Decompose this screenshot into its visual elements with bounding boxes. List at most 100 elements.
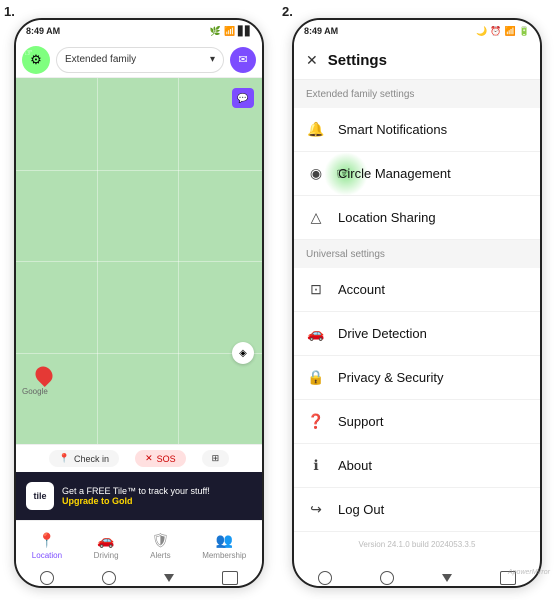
chat-icon: 💬 (237, 93, 248, 104)
home-circle-btn-r[interactable] (380, 571, 394, 585)
tile-logo: tile (26, 482, 54, 510)
back-button-left[interactable] (164, 574, 174, 582)
status-bar-left: 8:49 AM 🌿 📶 ▋▋ (16, 20, 262, 42)
logout-label: Log Out (338, 502, 528, 517)
location-nav-label: Location (32, 551, 62, 560)
map-area: ◈ 💬 Google (16, 78, 262, 444)
app-header: ⚙ ☞ Extended family ▾ ✉ (16, 42, 262, 78)
menu-btn-left[interactable] (222, 571, 238, 585)
phone-frame-1: 8:49 AM 🌿 📶 ▋▋ ⚙ ☞ Extended family ▾ ✉ (14, 18, 264, 588)
bottom-nav: 📍 Location 🚗 Driving 🛡 Alerts 👥 Membersh… (16, 520, 262, 570)
home-square-btn[interactable] (40, 571, 54, 585)
layers-button[interactable]: ⊞ (202, 450, 230, 467)
gear-button[interactable]: ⚙ ☞ (22, 46, 50, 74)
back-button-right[interactable] (442, 574, 452, 582)
drive-detection-label: Drive Detection (338, 326, 528, 341)
home-square-btn-r[interactable] (318, 571, 332, 585)
mail-button[interactable]: ✉ (230, 47, 256, 73)
action-bar: 📍 Check in ✕ SOS ⊞ (16, 444, 262, 472)
right-panel: 2. 8:49 AM 🌙 ⏰ 📶 🔋 ✕ Settings Extended f… (278, 0, 556, 600)
account-icon: ⊡ (306, 281, 326, 298)
checkin-button[interactable]: 📍 Check in (49, 450, 119, 467)
settings-item-about[interactable]: ℹ About (294, 444, 540, 488)
settings-item-privacy[interactable]: 🔒 Privacy & Security (294, 356, 540, 400)
google-label: Google (22, 387, 48, 396)
cursor-icon: ☞ (24, 48, 33, 59)
sos-label: SOS (157, 454, 176, 464)
moon-icon: 🌙 (476, 26, 487, 37)
close-button[interactable]: ✕ (306, 52, 318, 69)
bell-icon: 🔔 (306, 121, 326, 138)
settings-item-smart-notifications[interactable]: 🔔 Smart Notifications (294, 108, 540, 152)
battery-icon: 🌿 (210, 26, 221, 37)
drive-icon: 🚗 (306, 325, 326, 342)
alerts-nav-icon: 🛡 (151, 532, 169, 549)
tile-text-area: Get a FREE Tile™ to track your stuff! Up… (62, 486, 210, 506)
left-panel: 1. 8:49 AM 🌿 📶 ▋▋ ⚙ ☞ Extended family ▾ … (0, 0, 278, 600)
settings-item-circle-management[interactable]: ◉ Circle Management ☞ (294, 152, 540, 196)
checkin-label: Check in (74, 454, 109, 464)
sos-icon: ✕ (145, 453, 153, 464)
nav-driving[interactable]: 🚗 Driving (94, 532, 119, 560)
map-line-h3 (16, 353, 262, 354)
support-icon: ❓ (306, 413, 326, 430)
location-nav-icon: 📍 (38, 532, 55, 549)
signal-icon-r: 📶 (505, 26, 516, 37)
nav-alerts[interactable]: 🛡 Alerts (150, 532, 170, 560)
alerts-nav-label: Alerts (150, 551, 170, 560)
membership-nav-label: Membership (202, 551, 246, 560)
settings-item-location-sharing[interactable]: △ Location Sharing (294, 196, 540, 240)
status-icons-left: 🌿 📶 ▋▋ (210, 26, 252, 37)
compass-icon: ◈ (239, 348, 247, 359)
chat-bubble[interactable]: 💬 (232, 88, 254, 108)
membership-nav-icon: 👥 (215, 532, 232, 549)
driving-nav-label: Driving (94, 551, 119, 560)
location-share-icon: △ (306, 209, 326, 226)
location-sharing-label: Location Sharing (338, 210, 528, 225)
circle-icon: ◉ (306, 165, 326, 182)
time-left: 8:49 AM (26, 26, 60, 36)
mail-icon: ✉ (238, 53, 247, 66)
family-dropdown[interactable]: Extended family ▾ (56, 47, 224, 73)
nav-location[interactable]: 📍 Location (32, 532, 62, 560)
circle-management-label: Circle Management (338, 166, 528, 181)
battery-icon-r: 🔋 (519, 26, 530, 37)
nav-membership[interactable]: 👥 Membership (202, 532, 246, 560)
privacy-icon: 🔒 (306, 369, 326, 386)
tile-banner[interactable]: tile Get a FREE Tile™ to track your stuf… (16, 472, 262, 520)
sos-button[interactable]: ✕ SOS (135, 450, 186, 467)
about-icon: ℹ (306, 457, 326, 474)
checkin-icon: 📍 (59, 453, 70, 464)
settings-item-drive-detection[interactable]: 🚗 Drive Detection (294, 312, 540, 356)
support-label: Support (338, 414, 528, 429)
section-universal-label: Universal settings (294, 240, 540, 268)
account-label: Account (338, 282, 528, 297)
dropdown-arrow-icon: ▾ (210, 54, 215, 65)
logout-icon: ↪ (306, 501, 326, 518)
settings-item-logout[interactable]: ↪ Log Out (294, 488, 540, 532)
tile-upgrade-text: Upgrade to Gold (62, 496, 210, 506)
settings-header: ✕ Settings (294, 42, 540, 80)
status-bar-right: 8:49 AM 🌙 ⏰ 📶 🔋 (294, 20, 540, 42)
map-line-v1 (97, 78, 98, 444)
map-line-h1 (16, 170, 262, 171)
compass-button[interactable]: ◈ (232, 342, 254, 364)
version-text: Version 24.1.0 build 2024053.3.5 (294, 532, 540, 557)
about-label: About (338, 458, 528, 473)
signal-icon: 📶 (224, 26, 235, 37)
section-family-label: Extended family settings (294, 80, 540, 108)
watermark-right: ApowerMirror (508, 569, 550, 576)
clock-icon: ⏰ (490, 26, 501, 37)
phone-frame-2: 8:49 AM 🌙 ⏰ 📶 🔋 ✕ Settings Extended fami… (292, 18, 542, 588)
settings-item-account[interactable]: ⊡ Account (294, 268, 540, 312)
settings-title: Settings (328, 52, 387, 69)
time-right: 8:49 AM (304, 26, 338, 36)
tile-main-text: Get a FREE Tile™ to track your stuff! (62, 486, 210, 496)
driving-nav-icon: 🚗 (97, 532, 114, 549)
home-circle-btn[interactable] (102, 571, 116, 585)
family-label: Extended family (65, 54, 136, 65)
panel-1-label: 1. (4, 4, 15, 19)
status-icons-right: 🌙 ⏰ 📶 🔋 (476, 26, 530, 37)
home-indicator-right (294, 570, 540, 586)
settings-item-support[interactable]: ❓ Support (294, 400, 540, 444)
